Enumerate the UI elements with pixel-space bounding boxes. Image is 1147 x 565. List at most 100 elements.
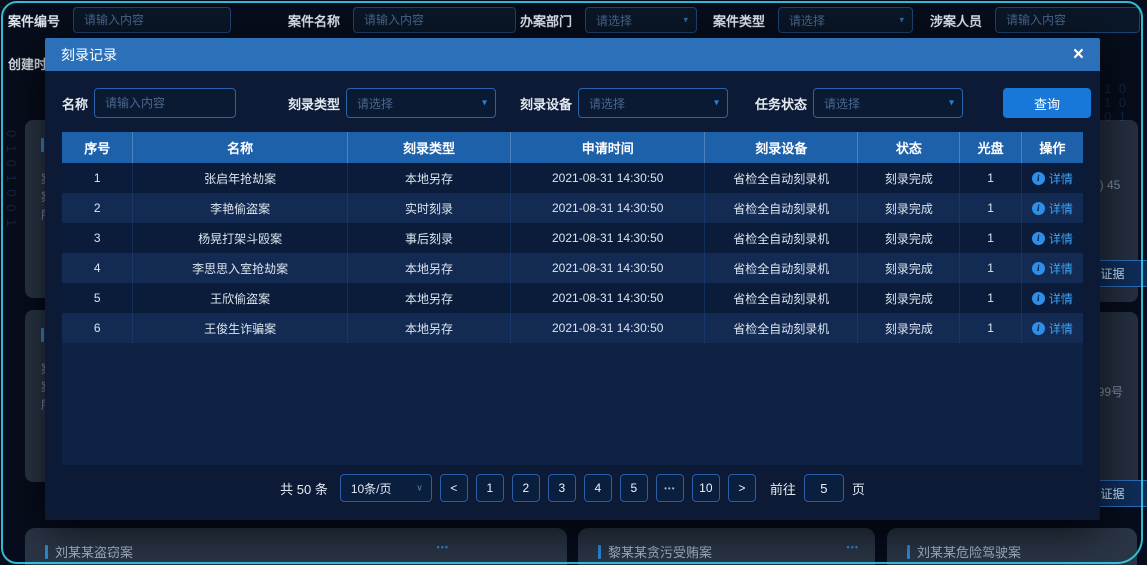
cell-operation: i详情 (1022, 253, 1083, 283)
cell-name: 张启年抢劫案 (133, 163, 347, 193)
modal-filter-group-burn-type: 刻录类型请选择▾ (288, 88, 496, 118)
cell-time: 2021-08-31 14:30:50 (511, 313, 705, 343)
record-name-text-input[interactable] (105, 96, 225, 110)
chevron-down-icon: ▾ (899, 15, 904, 26)
cell-no: 4 (62, 253, 133, 283)
more-options-icon[interactable]: ••• (437, 542, 449, 552)
modal-filter-group-burn-device: 刻录设备请选择▾ (520, 88, 728, 118)
cell-device: 省检全自动刻录机 (705, 313, 858, 343)
select-placeholder: 请选择 (789, 12, 825, 29)
select-placeholder: 请选择 (824, 95, 860, 112)
modal-filter-row: 名称刻录类型请选择▾刻录设备请选择▾任务状态请选择▾查询 (45, 71, 1100, 135)
cell-device: 省检全自动刻录机 (705, 283, 858, 313)
burn-records-table: 序号名称刻录类型申请时间刻录设备状态光盘操作 1张启年抢劫案本地另存2021-0… (62, 132, 1083, 465)
page-button-10[interactable]: 10 (692, 474, 720, 502)
column-header-3: 申请时间 (511, 132, 705, 163)
page-size-select[interactable]: 10条/页∨ (340, 474, 432, 502)
modal-filter-label-burn-type: 刻录类型 (288, 94, 340, 113)
filter-group-handling-department: 办案部门请选择▾ (520, 7, 697, 33)
detail-link[interactable]: i详情 (1032, 170, 1073, 187)
modal-title: 刻录记录 (61, 45, 117, 65)
info-icon: i (1032, 292, 1045, 305)
handling-department-select[interactable]: 请选择 ▾ (585, 7, 697, 33)
cell-type: 本地另存 (348, 313, 511, 343)
detail-link-label: 详情 (1049, 230, 1073, 247)
table-row: 5王欣偷盗案本地另存2021-08-31 14:30:50省检全自动刻录机刻录完… (62, 283, 1083, 313)
info-icon: i (1032, 172, 1045, 185)
page-button-4[interactable]: 4 (584, 474, 612, 502)
bottom-case-card: 刘某某盗窃案 ••• (25, 528, 567, 565)
pagination-total: 共 50 条 (280, 479, 328, 498)
cell-status: 刻录完成 (858, 253, 960, 283)
accent-bar (598, 545, 601, 559)
select-placeholder: 请选择 (357, 95, 393, 112)
case-type-select[interactable]: 请选择 ▾ (778, 7, 913, 33)
cell-status: 刻录完成 (858, 163, 960, 193)
filter-label-involved-person: 涉案人员 (930, 11, 987, 30)
cell-type: 本地另存 (348, 283, 511, 313)
detail-link-label: 详情 (1049, 200, 1073, 217)
detail-link[interactable]: i 详情 (1032, 200, 1073, 217)
accent-bar (907, 545, 910, 559)
cell-status: 刻录完成 (858, 283, 960, 313)
prev-page-button[interactable]: < (440, 474, 468, 502)
filter-group-involved-person: 涉案人员 (930, 7, 1140, 33)
filter-label-case-number: 案件编号 (8, 11, 65, 30)
case-name-text-input[interactable] (364, 13, 505, 27)
goto-page-label: 前往 (770, 479, 796, 498)
search-button[interactable]: 查询 (1003, 88, 1091, 118)
case-number-input[interactable] (73, 7, 231, 33)
case-number-text-input[interactable] (84, 13, 220, 27)
table-row: 6王俊生诈骗案本地另存2021-08-31 14:30:50省检全自动刻录机刻录… (62, 313, 1083, 343)
case-name-input[interactable] (353, 7, 516, 33)
goto-page-input[interactable] (804, 474, 844, 502)
table-header-row: 序号名称刻录类型申请时间刻录设备状态光盘操作 (62, 132, 1083, 163)
select-placeholder: 请选择 (596, 12, 632, 29)
column-header-1: 名称 (133, 132, 347, 163)
burn-device-select[interactable]: 请选择▾ (578, 88, 728, 118)
background-binary-decor: 1 0 1 0 0 1 (1104, 82, 1140, 122)
detail-link[interactable]: i详情 (1032, 320, 1073, 337)
record-name-input[interactable] (94, 88, 236, 118)
detail-link[interactable]: i详情 (1032, 260, 1073, 277)
accent-bar (41, 138, 44, 152)
cell-no: 3 (62, 223, 133, 253)
table-row: 1张启年抢劫案本地另存2021-08-31 14:30:50省检全自动刻录机刻录… (62, 163, 1083, 193)
goto-page-suffix: 页 (852, 479, 865, 498)
detail-link[interactable]: i详情 (1032, 290, 1073, 307)
task-status-select[interactable]: 请选择 ▾ (813, 88, 963, 118)
table-row: 4李思思入室抢劫案本地另存2021-08-31 14:30:50省检全自动刻录机… (62, 253, 1083, 283)
page-button-5[interactable]: 5 (620, 474, 648, 502)
page-more-button[interactable]: ••• (656, 474, 684, 502)
next-page-button[interactable]: > (728, 474, 756, 502)
chevron-down-icon: ▾ (683, 15, 688, 26)
column-header-6: 光盘 (960, 132, 1021, 163)
bottom-case-card: 刘某某危险驾驶案 (887, 528, 1137, 565)
modal-filter-group-record-name: 名称 (62, 88, 236, 118)
page-button-1[interactable]: 1 (476, 474, 504, 502)
cell-device: 省检全自动刻录机 (705, 223, 858, 253)
cell-name: 李艳偷盗案 (133, 193, 347, 223)
cell-no: 2 (62, 193, 133, 223)
page-button-2[interactable]: 2 (512, 474, 540, 502)
more-options-icon[interactable]: ••• (847, 542, 859, 552)
page-button-3[interactable]: 3 (548, 474, 576, 502)
info-icon: i (1032, 232, 1045, 245)
column-header-0: 序号 (62, 132, 133, 163)
burn-records-modal: 刻录记录 × 名称刻录类型请选择▾刻录设备请选择▾任务状态请选择▾查询 序号名称… (45, 38, 1100, 520)
involved-person-text-input[interactable] (1006, 13, 1129, 27)
close-icon[interactable]: × (1073, 45, 1084, 64)
involved-person-input[interactable] (995, 7, 1140, 33)
cell-status: 刻录完成 (858, 223, 960, 253)
cell-type: 本地另存 (348, 163, 511, 193)
burn-type-select[interactable]: 请选择▾ (346, 88, 496, 118)
detail-link-label: 详情 (1049, 320, 1073, 337)
cell-time: 2021-08-31 14:30:50 (511, 253, 705, 283)
chevron-down-icon: ∨ (416, 483, 423, 494)
accent-bar (45, 545, 48, 559)
chevron-down-icon: ▾ (949, 98, 954, 109)
column-header-2: 刻录类型 (348, 132, 511, 163)
info-icon: i (1032, 202, 1045, 215)
cell-disc: 1 (960, 253, 1021, 283)
detail-link[interactable]: i 详情 (1032, 230, 1073, 247)
